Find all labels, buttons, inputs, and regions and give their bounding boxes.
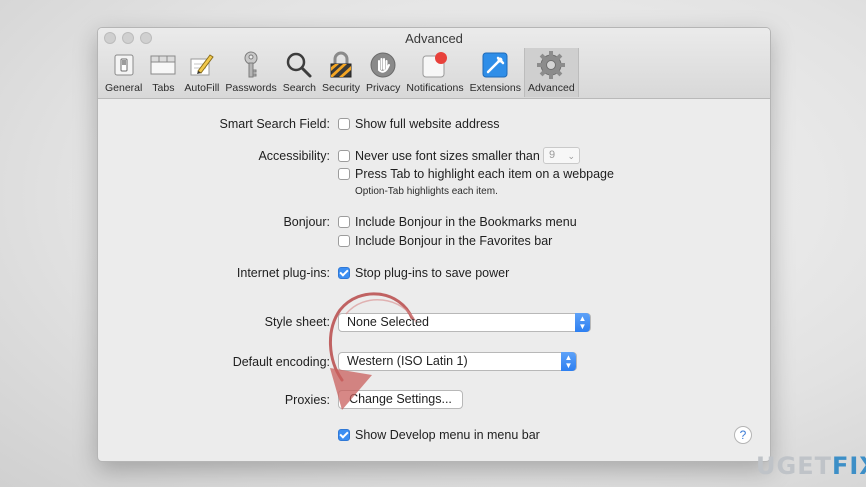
option-tab-note: Option-Tab highlights each item. <box>355 186 498 197</box>
switch-icon <box>109 50 139 80</box>
press-tab-option[interactable]: Press Tab to highlight each item on a we… <box>338 167 614 181</box>
tab-general[interactable]: General <box>102 48 145 97</box>
tab-tabs-label: Tabs <box>152 82 175 94</box>
tab-advanced[interactable]: Advanced <box>523 48 579 97</box>
tab-passwords[interactable]: Passwords <box>222 48 279 97</box>
press-tab-checkbox[interactable] <box>338 168 350 180</box>
stop-plugins-text: Stop plug-ins to save power <box>355 266 510 280</box>
bonjour-favorites-option[interactable]: Include Bonjour in the Favorites bar <box>338 234 552 248</box>
bonjour-bookmarks-option[interactable]: Include Bonjour in the Bookmarks menu <box>338 215 577 229</box>
min-font-size-select[interactable]: 9 ⌄ <box>543 147 580 164</box>
gear-icon <box>536 50 566 80</box>
window-title: Advanced <box>405 31 463 46</box>
press-tab-text: Press Tab to highlight each item on a we… <box>355 167 614 181</box>
min-font-size-option[interactable]: Never use font sizes smaller than <box>338 149 540 163</box>
up-down-chevron-icon: ▲ ▼ <box>575 313 590 332</box>
tab-autofill[interactable]: AutoFill <box>181 48 222 97</box>
show-develop-checkbox[interactable] <box>338 429 350 441</box>
tab-search-label: Search <box>282 82 317 94</box>
min-font-size-text: Never use font sizes smaller than <box>355 149 540 163</box>
show-develop-text: Show Develop menu in menu bar <box>355 428 540 442</box>
tab-passwords-label: Passwords <box>225 82 277 94</box>
bonjour-favorites-checkbox[interactable] <box>338 235 350 247</box>
bonjour-bookmarks-checkbox[interactable] <box>338 216 350 228</box>
show-full-address-option[interactable]: Show full website address <box>338 117 500 131</box>
bonjour-favorites-text: Include Bonjour in the Favorites bar <box>355 234 553 248</box>
tab-tabs[interactable]: Tabs <box>145 48 181 97</box>
tab-advanced-label: Advanced <box>527 82 575 94</box>
preferences-toolbar: General Tabs AutoFill Passwords Search S… <box>102 48 579 97</box>
stop-plugins-checkbox[interactable] <box>338 267 350 279</box>
pencil-icon <box>187 50 217 80</box>
tab-extensions[interactable]: Extensions <box>467 48 524 97</box>
ugetfix-watermark: UGETFIX <box>756 452 866 480</box>
tabs-icon <box>148 50 178 80</box>
stylesheet-label: Style sheet: <box>264 315 330 329</box>
help-button[interactable]: ? <box>734 426 752 444</box>
lock-icon <box>326 50 356 80</box>
title-bar: Advanced General Tabs AutoFill Passwords… <box>98 28 770 99</box>
encoding-value: Western (ISO Latin 1) <box>347 354 468 368</box>
stylesheet-popup[interactable]: None Selected ▲ ▼ <box>338 313 591 332</box>
change-settings-button[interactable]: Change Settings... <box>338 390 463 409</box>
puzzle-icon <box>480 50 510 80</box>
tab-search[interactable]: Search <box>280 48 319 97</box>
stylesheet-value: None Selected <box>347 315 430 329</box>
tab-autofill-label: AutoFill <box>184 82 220 94</box>
tab-notifications[interactable]: Notifications <box>403 48 466 97</box>
notification-badge-icon <box>420 50 450 80</box>
encoding-popup[interactable]: Western (ISO Latin 1) ▲ ▼ <box>338 352 577 371</box>
tab-notifications-label: Notifications <box>406 82 464 94</box>
encoding-label: Default encoding: <box>232 355 330 369</box>
min-font-size-checkbox[interactable] <box>338 150 350 162</box>
bonjour-label: Bonjour: <box>283 215 330 229</box>
tab-security[interactable]: Security <box>319 48 363 97</box>
tab-privacy[interactable]: Privacy <box>363 48 403 97</box>
magnifier-icon <box>284 50 314 80</box>
min-font-size-value: 9 <box>549 149 556 161</box>
smart-search-label: Smart Search Field: <box>219 117 330 131</box>
up-down-chevron-icon: ▲ ▼ <box>561 352 576 371</box>
proxies-label: Proxies: <box>284 393 330 407</box>
key-icon <box>236 50 266 80</box>
tab-extensions-label: Extensions <box>469 82 521 94</box>
hand-icon <box>368 50 398 80</box>
stop-plugins-option[interactable]: Stop plug-ins to save power <box>338 266 509 280</box>
show-full-address-checkbox[interactable] <box>338 118 350 130</box>
advanced-pane: Smart Search Field: Show full website ad… <box>98 99 770 461</box>
tab-security-label: Security <box>322 82 360 94</box>
tab-privacy-label: Privacy <box>365 82 401 94</box>
plugins-label: Internet plug-ins: <box>236 266 330 280</box>
safari-preferences-window: Advanced General Tabs AutoFill Passwords… <box>97 27 771 462</box>
accessibility-label: Accessibility: <box>258 149 330 163</box>
chevron-down-icon: ⌄ <box>567 151 575 161</box>
tab-general-label: General <box>105 82 143 94</box>
bonjour-bookmarks-text: Include Bonjour in the Bookmarks menu <box>355 215 577 229</box>
show-full-address-text: Show full website address <box>355 117 500 131</box>
show-develop-option[interactable]: Show Develop menu in menu bar <box>338 428 540 442</box>
